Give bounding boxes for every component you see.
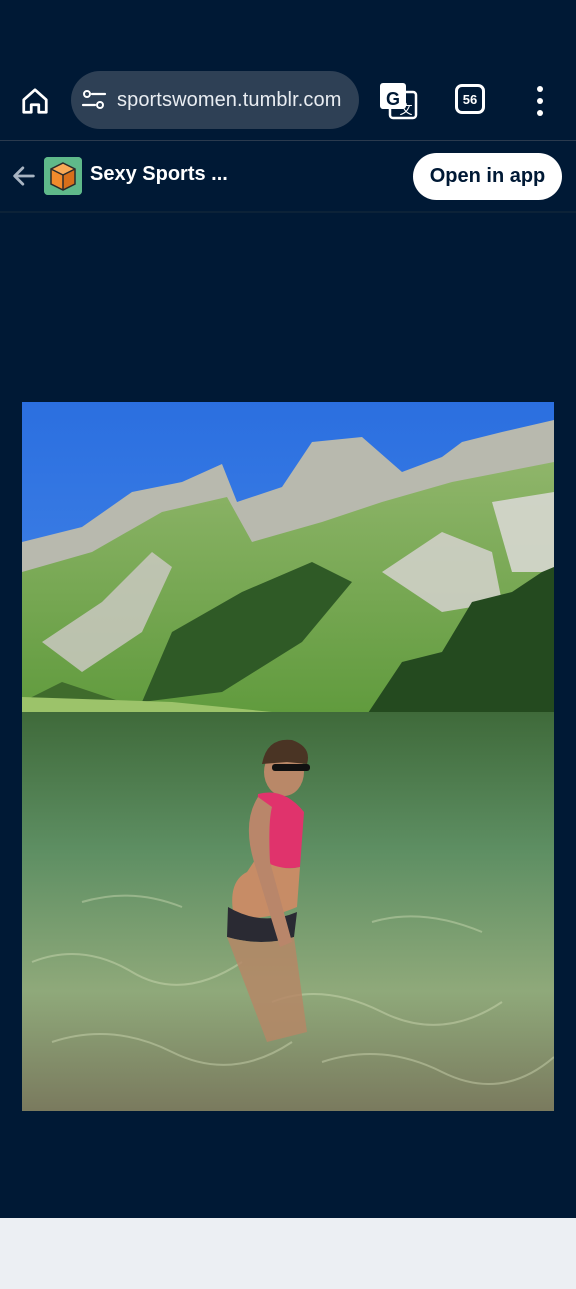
status-bar — [0, 0, 576, 62]
back-arrow-icon — [13, 166, 35, 186]
blog-avatar[interactable] — [44, 157, 82, 195]
more-vert-icon — [537, 86, 543, 92]
landscape-photo — [22, 402, 554, 1111]
tune-icon[interactable] — [81, 87, 107, 113]
more-options-button[interactable] — [524, 82, 556, 120]
home-icon — [22, 88, 48, 114]
tab-count: 56 — [462, 91, 478, 107]
back-button[interactable] — [10, 162, 38, 190]
translate-button[interactable]: G 文 — [378, 80, 418, 120]
svg-text:G: G — [386, 89, 400, 109]
post-photo[interactable] — [22, 402, 554, 1111]
home-button[interactable] — [14, 80, 56, 122]
address-bar[interactable]: sportswomen.tumblr.com — [71, 71, 359, 129]
tab-switcher-button[interactable]: 56 — [455, 84, 485, 114]
blog-avatar-icon — [44, 157, 82, 195]
browser-toolbar: sportswomen.tumblr.com G 文 56 — [0, 62, 576, 140]
url-text: sportswomen.tumblr.com — [117, 88, 342, 111]
translate-icon: G 文 — [380, 83, 418, 120]
system-navigation-bar — [0, 1218, 576, 1289]
open-in-app-button[interactable]: Open in app — [413, 153, 562, 200]
svg-text:文: 文 — [399, 103, 412, 118]
tumblr-header: Sexy Sports ... Open in app — [0, 141, 576, 213]
blog-name[interactable]: Sexy Sports ... — [90, 163, 228, 186]
